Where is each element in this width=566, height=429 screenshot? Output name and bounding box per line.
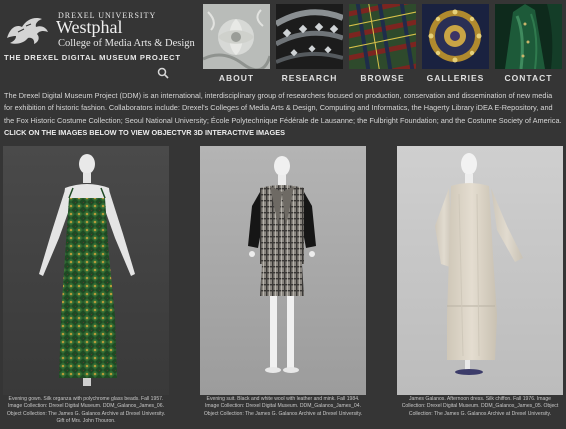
afternoon-dress-image bbox=[397, 146, 563, 395]
gallery-caption-evening-gown: Evening gown. Silk organza with polychro… bbox=[3, 396, 169, 426]
intro-call-to-action: CLICK ON THE IMAGES BELOW TO VIEW OBJECT… bbox=[4, 127, 285, 137]
project-title: THE DREXEL DIGITAL MUSEUM PROJECT bbox=[4, 53, 181, 62]
dragon-seal-icon bbox=[7, 17, 48, 44]
nav-item-contact[interactable]: CONTACT bbox=[495, 4, 562, 86]
site-header: DREXEL UNIVERSITY Westphal College of Me… bbox=[0, 0, 566, 88]
caption-line: Collection: Drexel Digital Museum. DDM_G… bbox=[401, 403, 559, 410]
college-logo-wordmark: Westphal bbox=[56, 17, 123, 37]
caption-line: Evening gown. Silk organza with polychro… bbox=[8, 396, 164, 402]
caption-line: Collection: The James G. Galanos Archive… bbox=[408, 410, 552, 417]
gallery-caption-evening-suit: Evening suit. Black and white wool with … bbox=[200, 396, 366, 418]
caption-line: Object Collection: The James G. Galanos … bbox=[6, 410, 166, 417]
intro-paragraph: The Drexel Digital Museum Project (DDM) … bbox=[4, 90, 562, 139]
main-nav: ABOUT RESEARCH BROWSE GALLERIES CONTACT bbox=[203, 4, 563, 86]
green-gown-thumbnail-icon bbox=[495, 4, 562, 69]
nav-item-browse[interactable]: BROWSE bbox=[349, 4, 416, 86]
caption-line: James Galanos. Afternoon dress. Silk chi… bbox=[408, 396, 552, 402]
nav-label-about: ABOUT bbox=[218, 73, 255, 83]
nav-item-about[interactable]: ABOUT bbox=[203, 4, 270, 86]
gallery-caption-afternoon-dress: James Galanos. Afternoon dress. Silk chi… bbox=[397, 396, 563, 418]
evening-suit-image bbox=[200, 146, 366, 395]
nav-label-research: RESEARCH bbox=[281, 73, 338, 83]
gallery-item-evening-gown[interactable] bbox=[3, 146, 169, 395]
westphal-logo[interactable]: DREXEL UNIVERSITY Westphal College of Me… bbox=[4, 8, 200, 53]
gallery-item-evening-suit[interactable] bbox=[200, 146, 366, 395]
jeweled-brooch-thumbnail-icon bbox=[422, 4, 489, 69]
embroidered-flower-thumbnail-icon bbox=[203, 4, 270, 69]
caption-line: Evening suit. Black and white wool with … bbox=[206, 396, 360, 402]
nav-label-contact: CONTACT bbox=[504, 73, 553, 83]
nav-label-galleries: GALLERIES bbox=[426, 73, 485, 83]
gallery-item-afternoon-dress[interactable] bbox=[397, 146, 563, 395]
caption-line: Image Collection: Drexel Digital Museum.… bbox=[205, 403, 361, 410]
caption-line: Object Collection: The James G. Galanos … bbox=[203, 410, 363, 417]
caption-line: Image Collection: Drexel Digital Museum.… bbox=[8, 403, 164, 410]
nav-label-browse: BROWSE bbox=[360, 73, 405, 83]
nav-item-galleries[interactable]: GALLERIES bbox=[422, 4, 489, 86]
intro-text: The Drexel Digital Museum Project (DDM) … bbox=[4, 91, 562, 125]
evening-gown-image bbox=[3, 146, 169, 395]
caption-line: Gift of Mrs. John Thouron. bbox=[56, 418, 116, 425]
college-name: College of Media Arts & Design bbox=[58, 38, 195, 49]
plaid-fabric-thumbnail-icon bbox=[349, 4, 416, 69]
search-icon[interactable] bbox=[157, 67, 169, 79]
nav-item-research[interactable]: RESEARCH bbox=[276, 4, 343, 86]
beaded-panel-thumbnail-icon bbox=[276, 4, 343, 69]
